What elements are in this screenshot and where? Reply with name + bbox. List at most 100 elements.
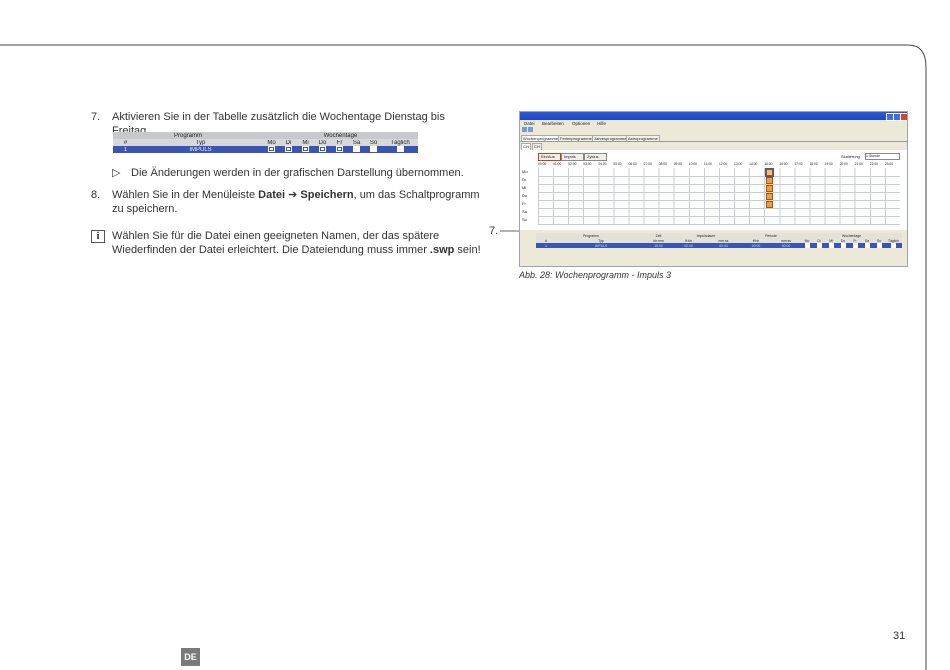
group-header-wochentage: Wochentage — [323, 132, 358, 139]
checkbox-cell — [861, 242, 873, 249]
menu-datei[interactable]: Datei — [524, 121, 535, 126]
weekday-checkbox[interactable] — [876, 242, 882, 248]
hour-cells[interactable] — [538, 216, 900, 225]
day-label: So — [522, 217, 527, 222]
impulse-marker[interactable] — [766, 193, 774, 200]
table-cell: 15:00 — [654, 243, 663, 248]
hour-label: 23:00 — [884, 162, 894, 166]
step-text-line2: zu speichern. — [112, 203, 178, 215]
col-header: Typ — [195, 139, 206, 146]
group-header: Programm — [583, 233, 599, 238]
hour-label: 12:00 — [718, 162, 728, 166]
impulse-marker[interactable] — [766, 169, 774, 176]
group-header: Zeit — [655, 233, 662, 238]
day-row: Mo — [522, 168, 900, 177]
save-icon[interactable] — [528, 127, 533, 132]
hour-label: 09:00 — [673, 162, 682, 166]
checkbox-cell — [801, 242, 813, 249]
step-8: 8. Wählen Sie in der Menüleiste Datei ➔ … — [91, 188, 483, 216]
checkbox-do[interactable] — [319, 145, 326, 152]
hour-label: 14:00 — [749, 162, 758, 166]
hour-label: 17:00 — [794, 162, 803, 166]
language-badge: DE — [181, 648, 200, 666]
day-label: Di — [522, 177, 526, 182]
impulse-marker[interactable] — [766, 177, 774, 184]
weekday-checkbox[interactable] — [828, 242, 834, 248]
hour-label: 19:00 — [824, 162, 833, 166]
toolbar — [522, 127, 542, 133]
day-row: Sa — [522, 208, 900, 217]
checkbox-fr[interactable] — [336, 145, 343, 152]
scale-label: Skalierung — [841, 154, 860, 159]
table-cell: 00:03 — [719, 243, 728, 248]
tab-astroprogramme[interactable]: Astroprogramme — [626, 135, 660, 141]
checkbox-cell — [873, 242, 885, 249]
day-row: Fr — [522, 200, 900, 209]
day-row: Do — [522, 192, 900, 201]
menu-optionen[interactable]: Optionen — [572, 121, 590, 126]
tab-ferienprogramme[interactable]: Ferienprogramme — [558, 135, 594, 141]
step-7: 7. Aktivieren Sie in der Tabelle zusätzl… — [91, 110, 481, 137]
step-text: Wählen Sie in der Menüleiste — [112, 189, 259, 201]
hour-label: 11:00 — [703, 162, 712, 166]
checkbox-cell — [885, 242, 902, 249]
hour-label: 04:00 — [598, 162, 607, 166]
checkbox-cell — [837, 242, 849, 249]
group-header: Periode — [765, 233, 777, 238]
info-icon: i — [91, 230, 105, 243]
hour-label: 21:00 — [854, 162, 863, 166]
hour-label: 01:00 — [553, 162, 562, 166]
hour-label: 07:00 — [643, 162, 652, 166]
checkbox-sa[interactable] — [353, 145, 360, 152]
hour-label: 18:00 — [809, 162, 818, 166]
table-row[interactable]: 1 IMPULS 15:00 00:00 00:03 00:00 00:00 — [536, 242, 902, 249]
col-header: # — [123, 139, 128, 146]
checkbox-so[interactable] — [370, 145, 377, 152]
checkbox-taeglich[interactable] — [396, 145, 404, 152]
file-extension: .swp — [429, 244, 455, 256]
info-note: Wählen Sie für die Datei einen geeignete… — [112, 229, 487, 257]
arrow-icon: ➔ — [288, 189, 298, 201]
ein-aus-button[interactable]: Ein/Aus — [538, 153, 561, 161]
weekday-checkbox[interactable] — [816, 242, 822, 248]
step-text: , um das Schaltprogramm — [353, 189, 480, 201]
col-header: ff:hh — [685, 238, 692, 243]
weekday-checkbox[interactable] — [840, 242, 846, 248]
hour-label: 06:00 — [628, 162, 637, 166]
hour-label: 05:00 — [613, 162, 622, 166]
weekday-checkbox[interactable] — [852, 242, 858, 248]
impuls-button[interactable]: Impuls — [561, 153, 584, 161]
checkbox-di[interactable] — [285, 145, 292, 152]
checkbox-mo[interactable] — [268, 145, 275, 152]
menu-hilfe[interactable]: Hilfe — [597, 121, 606, 126]
weekday-checkbox[interactable] — [864, 242, 870, 248]
hour-label: 03:00 — [583, 162, 592, 166]
day-label: Mo — [522, 169, 528, 174]
checkbox-mi[interactable] — [302, 145, 309, 152]
table-row[interactable]: 1 IMPULS — [113, 145, 418, 153]
day-label: Mi — [522, 185, 527, 190]
tab-jahresprogramme[interactable]: Jahresprogramme — [592, 135, 629, 141]
zyklus-button[interactable]: Zyklus — [584, 153, 607, 161]
page-frame — [0, 44, 927, 670]
checkbox-cell — [825, 242, 837, 249]
info-line-2-end: sein! — [454, 244, 481, 256]
scale-select[interactable]: 1 Stunde — [865, 153, 900, 160]
weekday-checkbox[interactable] — [891, 242, 896, 248]
menu-bearbeiten[interactable]: Bearbeiten — [542, 121, 564, 126]
hour-label: 15:00 — [764, 162, 773, 166]
col-header: mm:ss — [718, 238, 729, 243]
result-marker: ▷ — [112, 167, 121, 179]
new-file-icon[interactable] — [522, 127, 527, 132]
page-number: 31 — [893, 630, 906, 642]
hour-label: 16:00 — [779, 162, 788, 166]
impulse-marker[interactable] — [766, 201, 774, 208]
figure-caption: Abb. 28: Wochenprogramm - Impuls 3 — [519, 270, 672, 280]
hour-axis: 00:00 01:00 02:00 03:00 04:00 05:00 06:00 07:00… — [538, 162, 900, 167]
result-text: Die Änderungen werden in der grafischen … — [131, 167, 464, 179]
tab-wochenprogramme[interactable]: Wochenprogramme — [521, 135, 561, 141]
hour-label: 20:00 — [839, 162, 848, 166]
impulse-marker[interactable] — [766, 185, 774, 192]
weekday-checkbox[interactable] — [804, 242, 810, 248]
day-label: Sa — [522, 209, 527, 214]
